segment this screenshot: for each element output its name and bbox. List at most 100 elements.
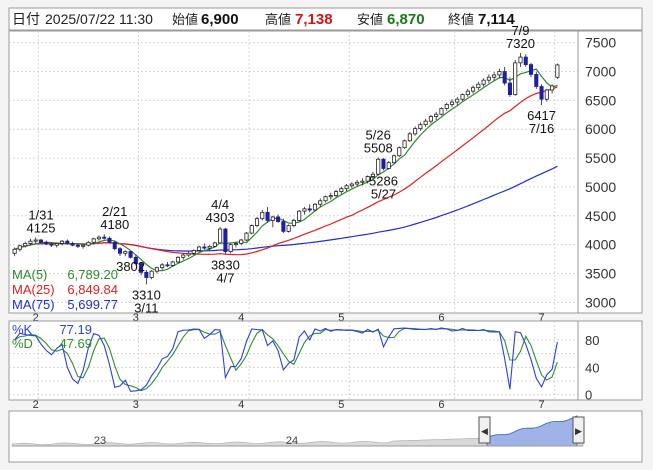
candle-body-up: [12, 248, 17, 254]
candle-body-down: [223, 228, 228, 252]
candle-body-up: [486, 76, 491, 81]
high-value: 7,138: [295, 11, 333, 28]
price-tick-label: 4500: [585, 208, 616, 224]
price-tick-label: 3000: [585, 294, 616, 310]
candle-body-down: [502, 71, 507, 84]
candle-body-down: [49, 243, 54, 246]
stochastic-tick-label: 0: [585, 388, 592, 403]
stock-chart: 日付 2025/07/22 11:30 始値 6,900 高値 7,138 安値…: [8, 7, 643, 463]
annotation-label: 4303: [206, 210, 235, 225]
candle-body-down: [117, 248, 123, 254]
annotation-label: 3802: [116, 259, 145, 274]
candle-body-up: [160, 264, 165, 269]
month-tick-label: 2: [33, 399, 39, 411]
candle-body-up: [318, 200, 323, 205]
stochastic-tick-label: 80: [585, 333, 599, 348]
candle: [254, 216, 260, 228]
candle-body-up: [191, 250, 196, 254]
candle: [218, 227, 223, 245]
stochastic-tick-label: 40: [585, 360, 599, 375]
candle-body-up: [476, 83, 481, 89]
price-tick-label: 6500: [585, 92, 616, 108]
date-label: 日付: [12, 11, 40, 27]
open-label: 始値: [172, 12, 198, 27]
annotation-label: 4125: [27, 220, 56, 235]
candle-body-up: [91, 238, 96, 243]
candle: [112, 240, 117, 251]
candle-body-up: [154, 267, 159, 272]
candle-body-up: [96, 236, 101, 240]
candle-body-up: [376, 158, 381, 175]
candle-body-up: [334, 191, 339, 196]
candle-body-up: [33, 239, 38, 242]
candle: [170, 260, 175, 267]
annotation-label: 5/27: [371, 186, 396, 201]
candle: [381, 158, 386, 171]
candle-body-down: [44, 241, 49, 245]
candle-body-down: [534, 73, 539, 87]
candle-body-up: [471, 87, 476, 92]
close-value: 7,114: [478, 11, 515, 28]
candle-body-up: [339, 188, 344, 192]
month-axis-bottom: 2 3 4 5 6 7: [33, 399, 545, 411]
candle: [197, 245, 202, 252]
month-tick-label: 6: [438, 399, 444, 411]
candle-body-up: [407, 133, 412, 142]
candle: [128, 250, 133, 259]
candle-body-up: [497, 71, 502, 76]
candle-body-down: [265, 211, 270, 221]
candle-body-down: [38, 239, 44, 243]
candle-body-down: [144, 271, 149, 278]
candle-body-up: [423, 120, 428, 126]
candle-body-up: [233, 243, 238, 246]
candle-body-down: [307, 208, 312, 211]
overview-left-handle[interactable]: ◀: [478, 416, 491, 444]
candle-body-up: [444, 104, 449, 109]
stochastic-legend-value: 47.69: [59, 336, 92, 351]
handle-arrow-icon: ◀: [481, 426, 488, 436]
candle-body-down: [507, 82, 512, 95]
legend-series-value: 6,849.84: [67, 282, 118, 297]
candle-body-down: [112, 241, 117, 250]
candle-body-up: [402, 140, 407, 149]
candle-body-up: [212, 242, 217, 247]
candle: [223, 227, 228, 255]
candle-body-down: [107, 237, 112, 243]
candle-body-up: [360, 180, 365, 183]
candle-body-up: [286, 225, 291, 232]
candle-body-up: [344, 185, 349, 190]
candle: [534, 71, 539, 89]
candle: [86, 241, 91, 247]
price-tick-label: 6000: [585, 121, 616, 137]
month-tick-label: 3: [133, 399, 139, 411]
candle-body-down: [276, 216, 281, 222]
candle-body-down: [102, 236, 107, 239]
candle-body-down: [165, 264, 170, 267]
candle-body-up: [81, 244, 86, 247]
candle: [149, 270, 154, 280]
candle-body-up: [460, 94, 465, 100]
legend-series-name: MA(75): [12, 297, 55, 312]
close-label: 終値: [448, 12, 474, 27]
candle-body-down: [381, 158, 386, 169]
handle-arrow-icon: ▶: [575, 426, 582, 436]
candle-body-up: [418, 124, 423, 130]
candle-body-up: [260, 211, 265, 220]
candle-body-up: [455, 98, 460, 103]
candle-body-up: [186, 252, 191, 256]
candle-body-up: [291, 219, 296, 226]
stochastic-legend-value: 77.19: [59, 322, 92, 337]
overview-right-handle[interactable]: ▶: [572, 416, 585, 444]
annotation-label: 4180: [100, 217, 129, 232]
candle: [228, 243, 233, 254]
candle: [513, 59, 518, 96]
price-tick-label: 7500: [585, 35, 616, 51]
candle-body-up: [449, 101, 455, 105]
candle: [286, 224, 291, 233]
open-value: 6,900: [201, 11, 239, 28]
candle-body-up: [481, 79, 486, 85]
candle-body-up: [355, 181, 360, 185]
candle-body-up: [197, 246, 202, 251]
candle-body-down: [128, 251, 133, 258]
stochastic-panel: [8, 320, 643, 401]
